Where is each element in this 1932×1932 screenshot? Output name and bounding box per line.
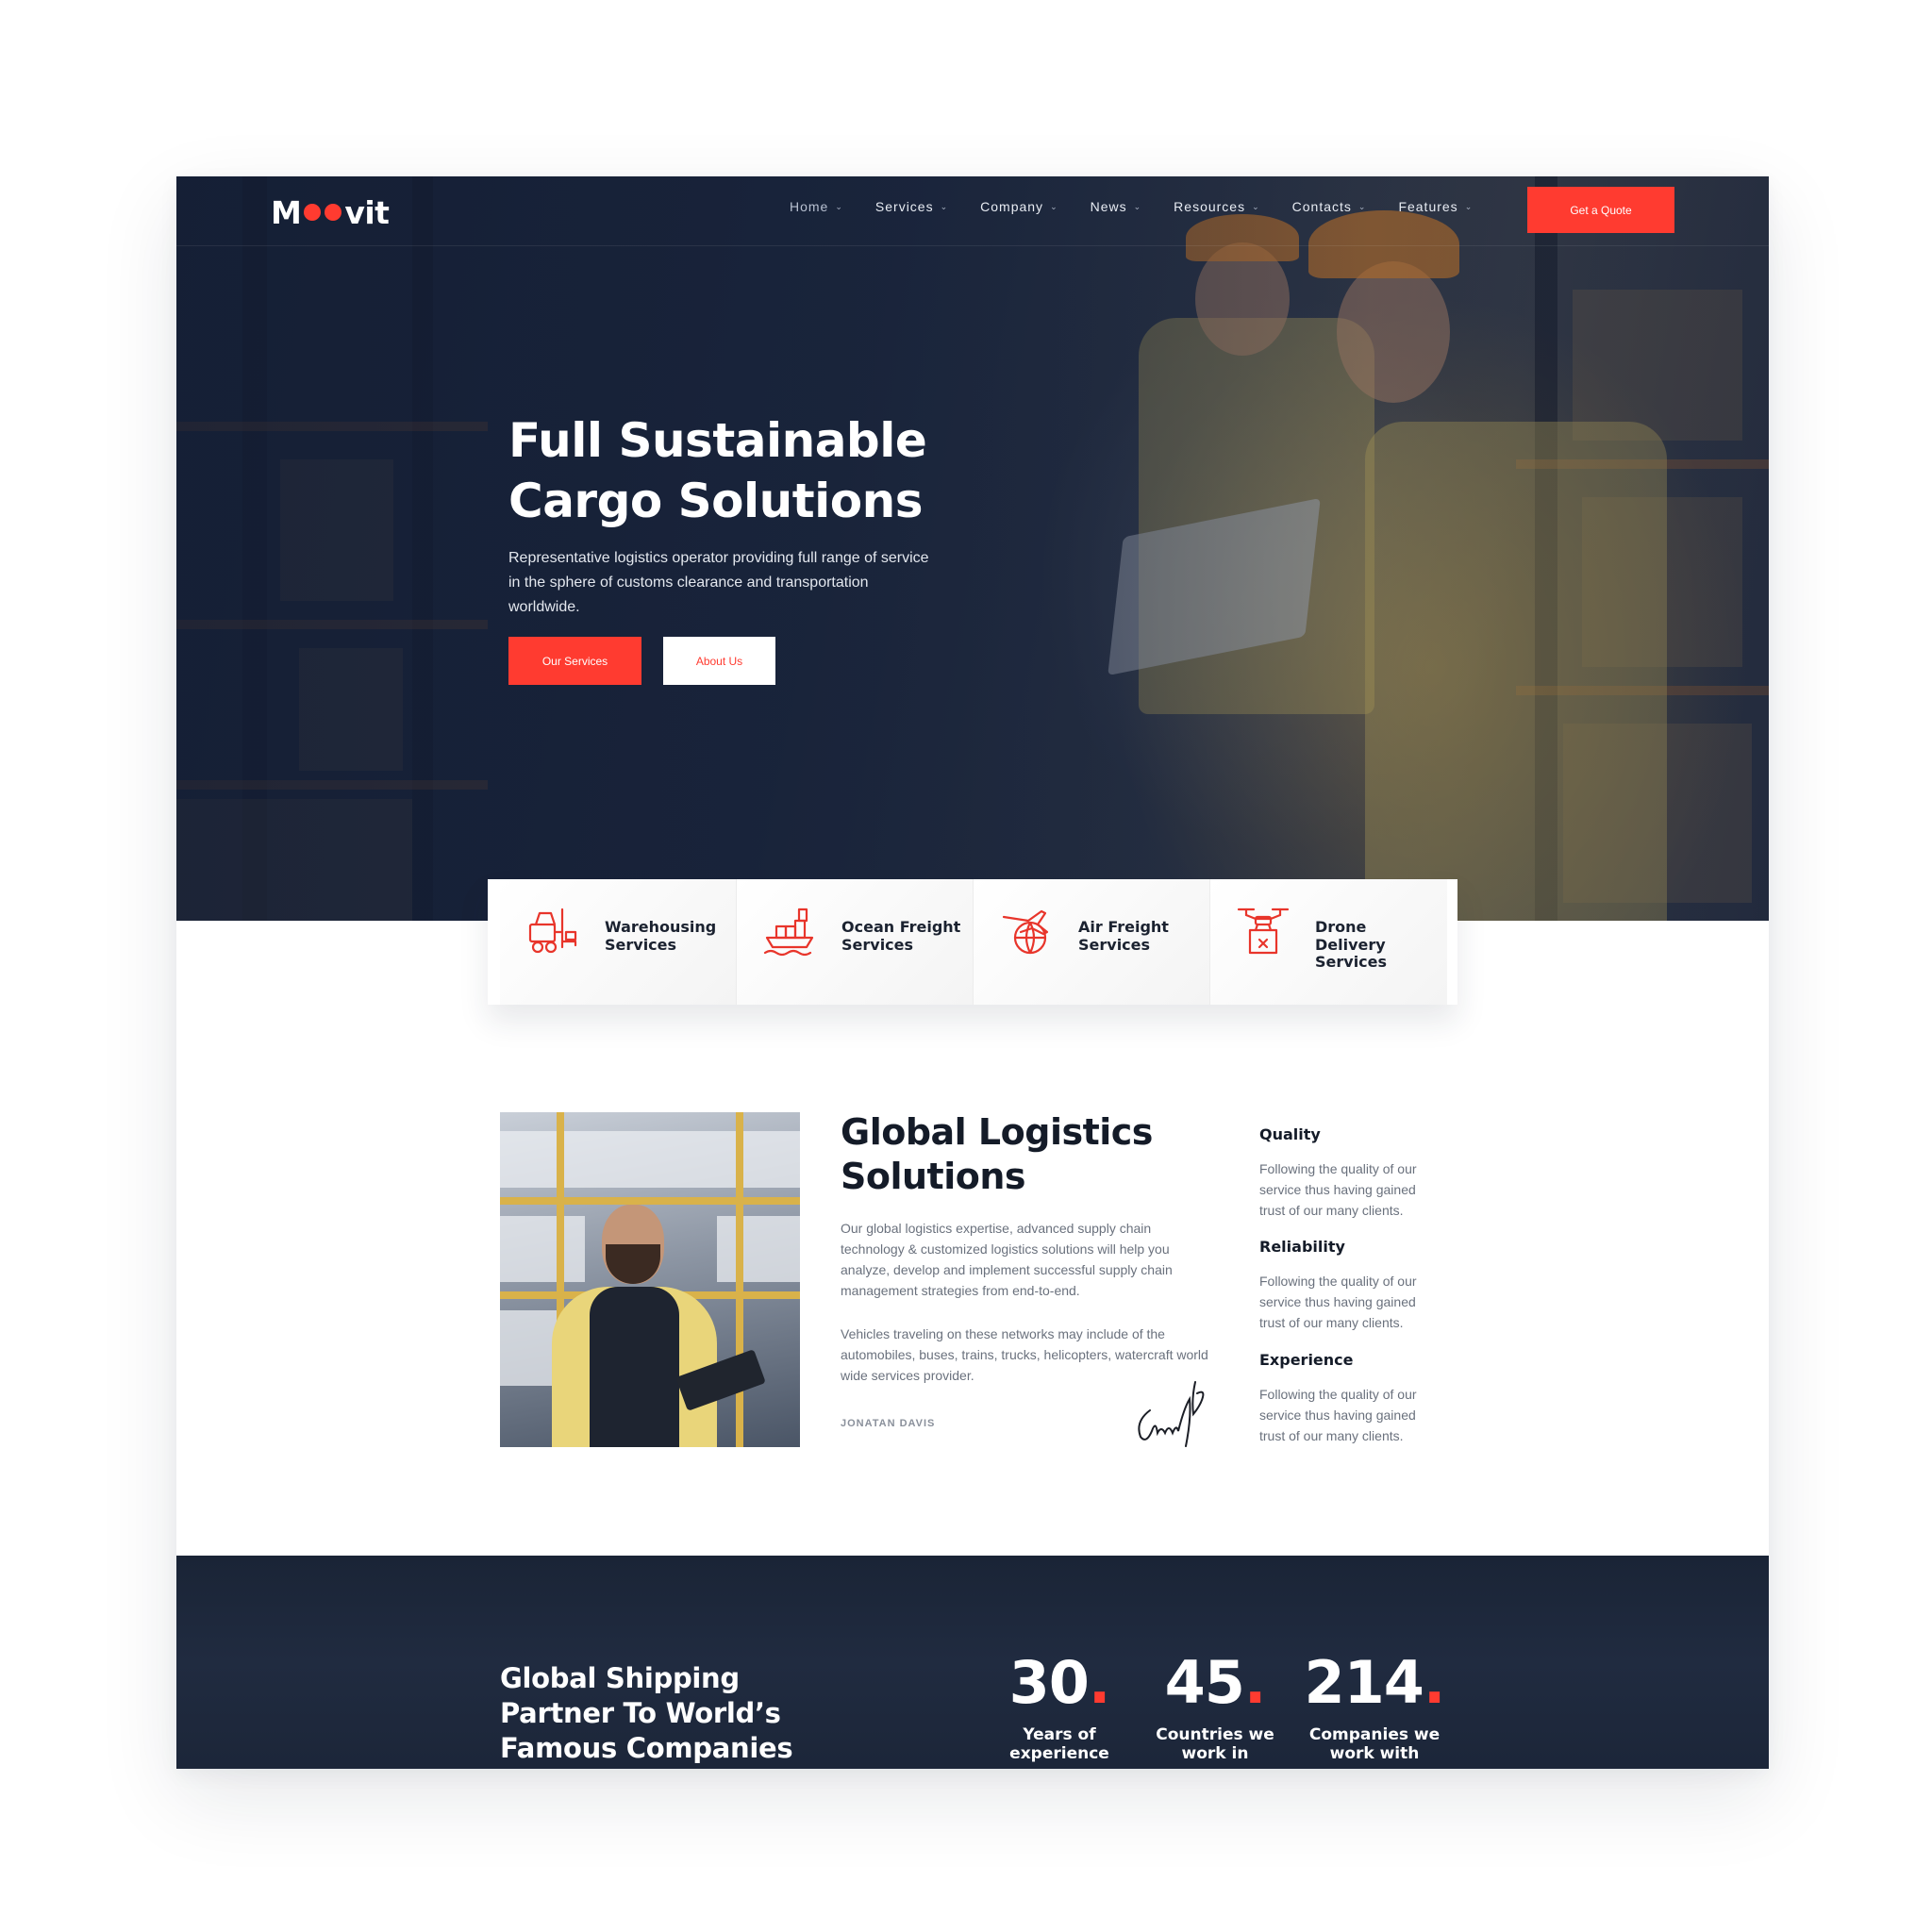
airplane-globe-icon: [1002, 909, 1049, 955]
services-strip: Warehousing Services Ocean Freight Servi…: [488, 879, 1457, 1005]
logo-dots: [304, 204, 342, 221]
logo[interactable]: M vit: [271, 193, 390, 231]
stats-section: Global Shipping Partner To World’s Famou…: [176, 1556, 1769, 1769]
hero-title: Full Sustainable Cargo Solutions: [508, 413, 927, 528]
feature-title-reliability: Reliability: [1259, 1238, 1345, 1256]
main-nav: Home ⌄ Services ⌄ Company ⌄ News ⌄ Resources…: [790, 199, 1505, 214]
stat-companies: 214. Companies we work with: [1304, 1648, 1446, 1764]
about-paragraph-1: Our global logistics expertise, advanced…: [841, 1221, 1173, 1298]
chevron-down-icon: ⌄: [940, 201, 949, 211]
about-photo: [500, 1112, 800, 1447]
service-label: Ocean Freight Services: [841, 918, 961, 954]
stats-title: Global Shipping Partner To World’s Famou…: [500, 1662, 793, 1764]
service-card-air-freight[interactable]: Air Freight Services: [974, 879, 1210, 1005]
hero-description: Representative logistics operator provid…: [508, 550, 929, 615]
feature-title-quality: Quality: [1259, 1125, 1321, 1143]
stat-years: 30. Years of experience: [1008, 1648, 1111, 1764]
feature-text-quality: Following the quality of our service thu…: [1259, 1161, 1417, 1218]
hero-section: M vit Home ⌄ Services ⌄ Company ⌄ News ⌄ Res…: [176, 176, 1769, 921]
top-navbar: M vit Home ⌄ Services ⌄ Company ⌄ News ⌄ Res…: [176, 176, 1769, 246]
author-name: JONATAN DAVIS: [841, 1418, 936, 1429]
service-label: Air Freight Services: [1078, 918, 1169, 954]
nav-item-features[interactable]: Features ⌄: [1398, 199, 1473, 214]
service-card-ocean-freight[interactable]: Ocean Freight Services: [737, 879, 974, 1005]
logo-text-end: vit: [344, 193, 390, 231]
nav-item-contacts[interactable]: Contacts ⌄: [1292, 199, 1367, 214]
feature-text-reliability: Following the quality of our service thu…: [1259, 1274, 1417, 1330]
chevron-down-icon: ⌄: [1464, 201, 1474, 211]
drone-icon: [1237, 908, 1290, 955]
about-title: Global Logistics Solutions: [841, 1111, 1153, 1197]
chevron-down-icon: ⌄: [1050, 201, 1058, 211]
chevron-down-icon: ⌄: [1357, 201, 1367, 211]
nav-item-home[interactable]: Home ⌄: [790, 199, 843, 214]
feature-title-experience: Experience: [1259, 1351, 1354, 1369]
nav-item-news[interactable]: News ⌄: [1091, 199, 1142, 214]
service-card-drone-delivery[interactable]: Drone Delivery Services: [1210, 879, 1447, 1005]
nav-item-services[interactable]: Services ⌄: [875, 199, 948, 214]
page-frame: M vit Home ⌄ Services ⌄ Company ⌄ News ⌄ Res…: [176, 176, 1769, 1769]
nav-item-resources[interactable]: Resources ⌄: [1174, 199, 1259, 214]
signature-image: [1138, 1381, 1205, 1447]
our-services-button[interactable]: Our Services: [508, 637, 641, 685]
forklift-icon: [528, 908, 577, 954]
get-quote-button[interactable]: Get a Quote: [1527, 187, 1674, 233]
about-us-button[interactable]: About Us: [663, 637, 775, 685]
chevron-down-icon: ⌄: [1133, 201, 1142, 211]
nav-item-company[interactable]: Company ⌄: [980, 199, 1058, 214]
ship-icon: [763, 908, 814, 957]
chevron-down-icon: ⌄: [835, 201, 843, 211]
logo-text-start: M: [271, 193, 302, 231]
feature-text-experience: Following the quality of our service thu…: [1259, 1387, 1417, 1443]
stat-countries: 45. Countries we work in: [1156, 1648, 1274, 1764]
service-label: Warehousing Services: [605, 918, 717, 954]
chevron-down-icon: ⌄: [1252, 201, 1260, 211]
service-label: Drone Delivery Services: [1315, 918, 1388, 971]
service-card-warehousing[interactable]: Warehousing Services: [500, 879, 737, 1005]
